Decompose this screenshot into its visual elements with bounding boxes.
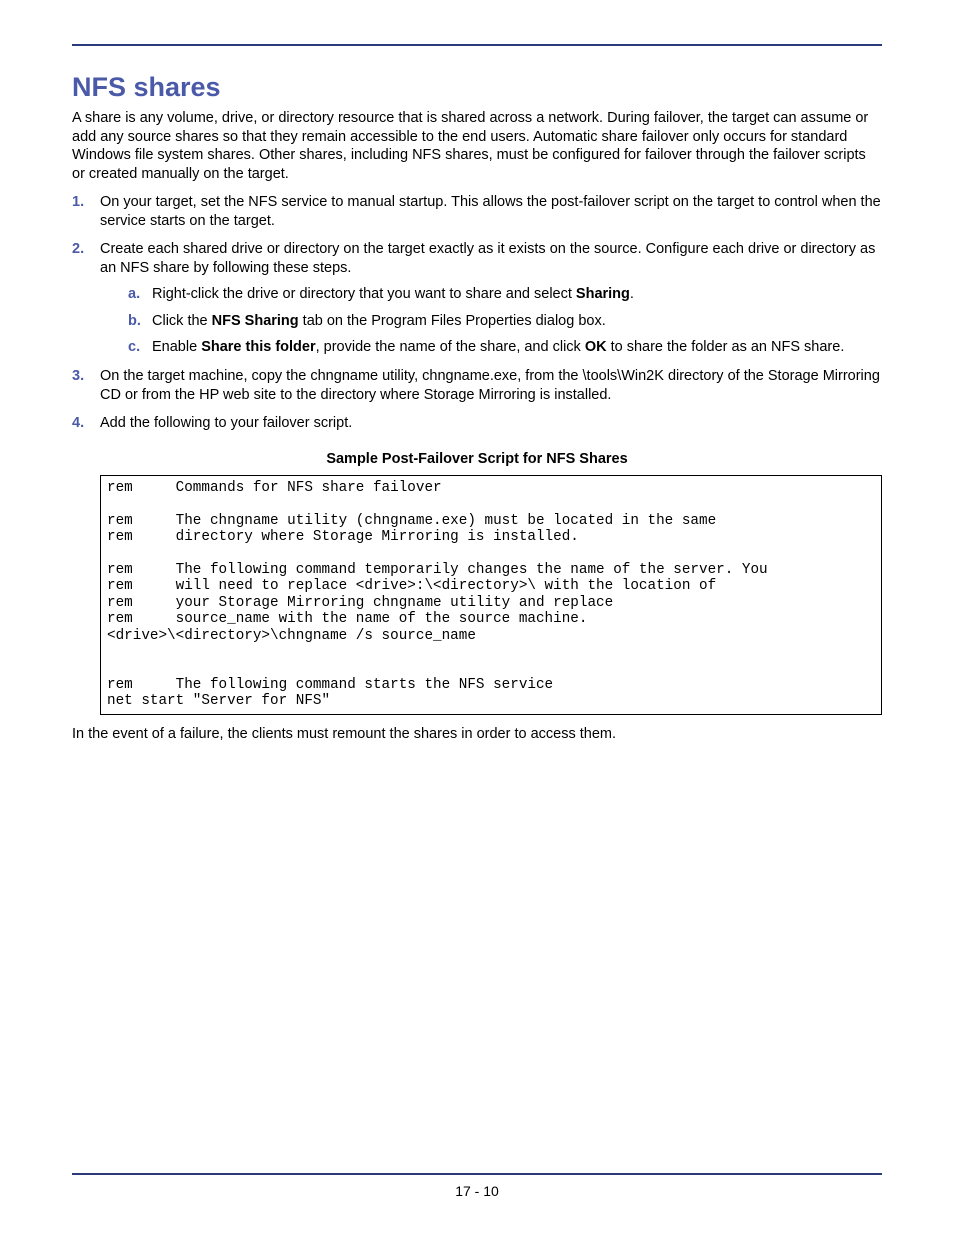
page-number: 17 - 10: [0, 1183, 954, 1199]
substep-c: c. Enable Share this folder, provide the…: [128, 338, 882, 357]
substep-text: Click the: [152, 313, 212, 329]
step-2: 2. Create each shared drive or directory…: [72, 240, 882, 357]
step-number: 4.: [72, 414, 84, 433]
substep-text: tab on the Program Files Properties dial…: [299, 313, 606, 329]
step-4: 4. Add the following to your failover sc…: [72, 414, 882, 433]
substep-text: Enable: [152, 339, 201, 355]
document-page: NFS shares A share is any volume, drive,…: [0, 0, 954, 1235]
substep-b: b. Click the NFS Sharing tab on the Prog…: [128, 312, 882, 331]
bold-nfs-sharing: NFS Sharing: [212, 313, 299, 329]
step-text: On your target, set the NFS service to m…: [100, 194, 881, 229]
substep-text: .: [630, 286, 634, 302]
step-text: Add the following to your failover scrip…: [100, 415, 352, 431]
intro-paragraph: A share is any volume, drive, or directo…: [72, 109, 882, 183]
script-sample-title: Sample Post-Failover Script for NFS Shar…: [72, 451, 882, 467]
step-number: 1.: [72, 193, 84, 212]
substep-a: a. Right-click the drive or directory th…: [128, 285, 882, 304]
step-number: 3.: [72, 367, 84, 386]
numbered-steps: 1. On your target, set the NFS service t…: [72, 193, 882, 432]
header-rule: [72, 44, 882, 46]
substep-letter: a.: [128, 285, 140, 304]
bold-sharing: Sharing: [576, 286, 630, 302]
step-number: 2.: [72, 240, 84, 259]
substep-text: to share the folder as an NFS share.: [607, 339, 845, 355]
step-text: Create each shared drive or directory on…: [100, 241, 875, 276]
step-text: On the target machine, copy the chngname…: [100, 368, 880, 403]
substep-text: , provide the name of the share, and cli…: [316, 339, 585, 355]
page-heading: NFS shares: [72, 72, 882, 103]
bold-ok: OK: [585, 339, 607, 355]
substep-letter: c.: [128, 338, 140, 357]
substeps: a. Right-click the drive or directory th…: [100, 285, 882, 357]
code-sample: rem Commands for NFS share failover rem …: [100, 475, 882, 715]
step-3: 3. On the target machine, copy the chngn…: [72, 367, 882, 404]
footer-rule: [72, 1173, 882, 1175]
substep-letter: b.: [128, 312, 141, 331]
closing-paragraph: In the event of a failure, the clients m…: [72, 725, 882, 744]
step-1: 1. On your target, set the NFS service t…: [72, 193, 882, 230]
substep-text: Right-click the drive or directory that …: [152, 286, 576, 302]
bold-share-this-folder: Share this folder: [201, 339, 315, 355]
